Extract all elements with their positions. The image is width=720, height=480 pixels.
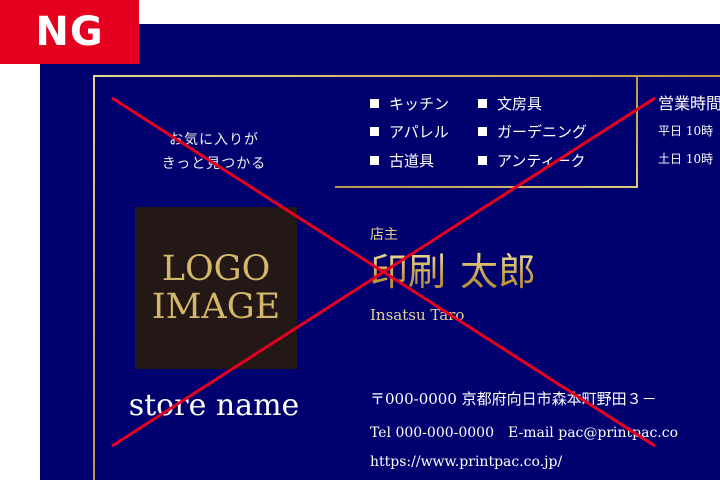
store-name: store name [128, 388, 300, 423]
category-item: ガーデニング [478, 122, 587, 142]
hours-title: 営業時間 [658, 94, 720, 113]
category-item: アンティーク [478, 151, 586, 171]
tagline: お気に入りが きっと見つかる [102, 128, 326, 176]
owner-role: 店主 [370, 227, 398, 243]
category-label: ガーデニング [497, 123, 588, 141]
owner-name-romaji: Insatsu Taro [370, 306, 465, 324]
owner-name: 印刷 太郎 [370, 248, 536, 296]
square-bullet-icon [478, 127, 487, 136]
category-label: アパレル [389, 123, 449, 141]
square-bullet-icon [370, 99, 379, 108]
category-label: キッチン [389, 95, 450, 113]
logo-text-2: IMAGE [151, 287, 281, 327]
hours-weekday: 平日 10時 [658, 124, 714, 138]
hours-saturday: 土日 10時 [658, 152, 714, 166]
category-item: 古道具 [370, 151, 434, 171]
tagline-line-1: お気に入りが [169, 132, 259, 148]
logo-placeholder: LOGO IMAGE [135, 207, 297, 369]
square-bullet-icon [370, 156, 379, 165]
square-bullet-icon [370, 127, 379, 136]
category-label: 古道具 [389, 152, 435, 170]
category-item: アパレル [370, 122, 449, 142]
business-card: お気に入りが きっと見つかる LOGO IMAGE store name キッチ… [40, 24, 720, 480]
category-item: 文房具 [478, 94, 542, 114]
tagline-line-2: きっと見つかる [161, 156, 267, 172]
square-bullet-icon [478, 99, 487, 108]
website-url: https://www.printpac.co.jp/ [370, 454, 563, 470]
address: 〒000-0000 京都府向日市森本町野田３－ [370, 390, 657, 408]
owner-given-name: 太郎 [460, 250, 537, 294]
logo-text-1: LOGO [161, 249, 271, 289]
category-label: アンティーク [497, 152, 586, 170]
owner-family-name: 印刷 [370, 250, 447, 294]
category-item: キッチン [370, 94, 449, 114]
square-bullet-icon [478, 156, 487, 165]
ng-badge: NG [0, 0, 139, 64]
contact-line: Tel 000-000-0000 E-mail pac@printpac.co [370, 425, 679, 441]
category-label: 文房具 [497, 95, 543, 113]
